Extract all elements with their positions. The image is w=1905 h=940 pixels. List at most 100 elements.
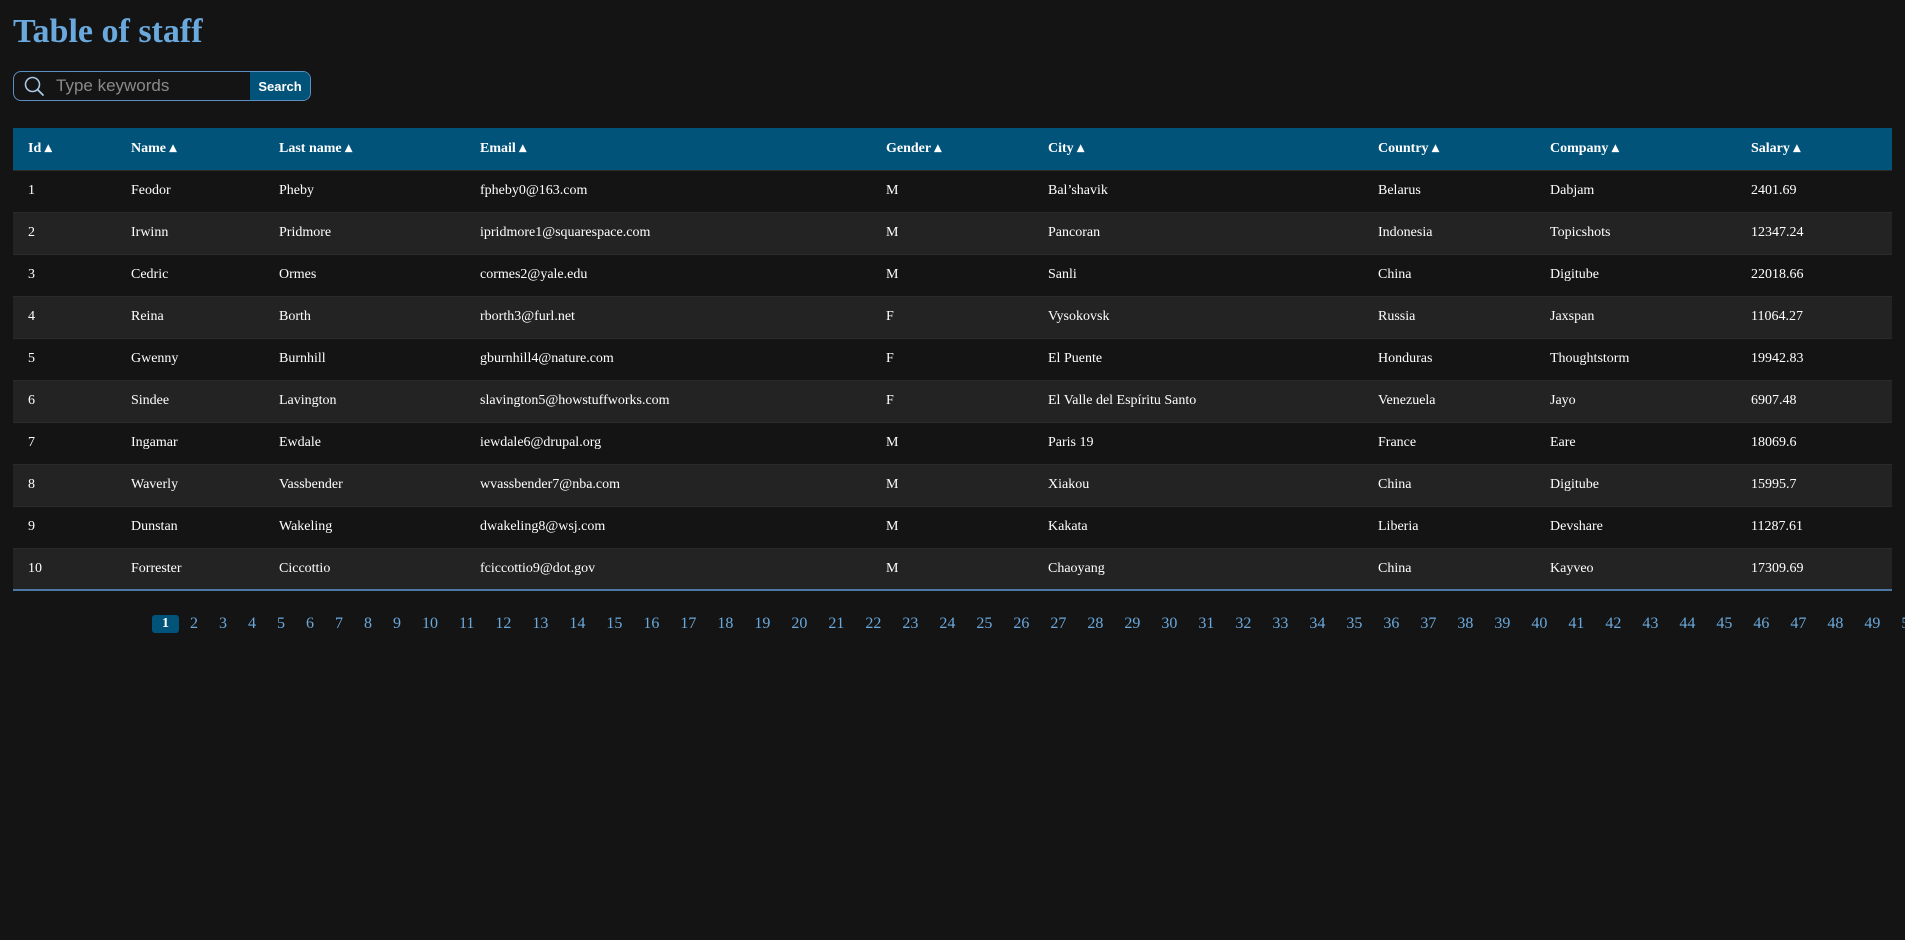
page-link-12[interactable]: 12 [490,615,516,633]
page-link-21[interactable]: 21 [823,615,849,633]
column-header-city[interactable]: City ▴ [1033,128,1363,170]
page-link-22[interactable]: 22 [860,615,886,633]
cell-email: slavington5@howstuffworks.com [465,379,871,422]
page-link-34[interactable]: 34 [1304,615,1330,633]
page-link-27[interactable]: 27 [1045,615,1071,633]
page-link-14[interactable]: 14 [564,615,590,633]
page-link-43[interactable]: 43 [1637,615,1663,633]
page-link-19[interactable]: 19 [749,615,775,633]
page-link-25[interactable]: 25 [971,615,997,633]
page-link-28[interactable]: 28 [1082,615,1108,633]
table-row: 5 Gwenny Burnhill gburnhill4@nature.com F El … [13,337,1892,380]
page-link-41[interactable]: 41 [1563,615,1589,633]
page-link-31[interactable]: 31 [1193,615,1219,633]
page-link-15[interactable]: 15 [601,615,627,633]
cell-gender: M [871,463,1033,506]
page-link-40[interactable]: 40 [1526,615,1552,633]
page-link-47[interactable]: 47 [1785,615,1811,633]
page-link-4[interactable]: 4 [243,615,261,633]
search-form: Search [13,71,311,101]
page-link-2[interactable]: 2 [185,615,203,633]
page-link-24[interactable]: 24 [934,615,960,633]
page-link-6[interactable]: 6 [301,615,319,633]
column-header-company[interactable]: Company ▴ [1535,128,1736,170]
page-link-26[interactable]: 26 [1008,615,1034,633]
cell-last-name: Pheby [264,169,465,212]
page-link-46[interactable]: 46 [1748,615,1774,633]
page-link-35[interactable]: 35 [1341,615,1367,633]
search-button[interactable]: Search [250,72,310,100]
cell-country: China [1363,547,1535,591]
cell-salary: 22018.66 [1736,253,1892,296]
cell-email: dwakeling8@wsj.com [465,505,871,548]
page-link-16[interactable]: 16 [638,615,664,633]
column-header-country[interactable]: Country ▴ [1363,128,1535,170]
cell-id: 4 [13,295,116,338]
cell-name: Forrester [116,547,264,591]
cell-city: El Puente [1033,337,1363,380]
cell-name: Cedric [116,253,264,296]
page-link-29[interactable]: 29 [1119,615,1145,633]
page-link-20[interactable]: 20 [786,615,812,633]
cell-country: Honduras [1363,337,1535,380]
page-link-17[interactable]: 17 [675,615,701,633]
page-link-11[interactable]: 11 [454,615,479,633]
cell-email: fciccottio9@dot.gov [465,547,871,591]
page-link-5[interactable]: 5 [272,615,290,633]
cell-id: 8 [13,463,116,506]
table-row: 2 Irwinn Pridmore ipridmore1@squarespace.co… [13,211,1892,254]
page-link-23[interactable]: 23 [897,615,923,633]
cell-last-name: Borth [264,295,465,338]
column-header-id[interactable]: Id ▴ [13,128,116,170]
page-link-39[interactable]: 39 [1489,615,1515,633]
page-link-32[interactable]: 32 [1230,615,1256,633]
page-link-49[interactable]: 49 [1859,615,1885,633]
cell-last-name: Ewdale [264,421,465,464]
column-header-gender[interactable]: Gender ▴ [871,128,1033,170]
page-link-36[interactable]: 36 [1378,615,1404,633]
cell-gender: F [871,379,1033,422]
cell-id: 2 [13,211,116,254]
page-link-10[interactable]: 10 [417,615,443,633]
table-row: 8 Waverly Vassbender wvassbender7@nba.com M X… [13,463,1892,506]
column-header-last-name[interactable]: Last name ▴ [264,128,465,170]
page-link-30[interactable]: 30 [1156,615,1182,633]
cell-last-name: Pridmore [264,211,465,254]
table-body: 1 Feodor Pheby fpheby0@163.com M Bal’shavik Be… [13,169,1892,591]
page-link-7[interactable]: 7 [330,615,348,633]
page-link-13[interactable]: 13 [527,615,553,633]
cell-company: Digitube [1535,463,1736,506]
column-header-salary[interactable]: Salary ▴ [1736,128,1892,170]
page-link-18[interactable]: 18 [712,615,738,633]
cell-gender: F [871,337,1033,380]
page-link-1[interactable]: 1 [152,615,179,633]
page-link-37[interactable]: 37 [1415,615,1441,633]
page-link-50[interactable]: 50 [1896,615,1905,633]
cell-email: ipridmore1@squarespace.com [465,211,871,254]
table-row: 6 Sindee Lavington slavington5@howstuffwork… [13,379,1892,422]
page-link-42[interactable]: 42 [1600,615,1626,633]
page-link-44[interactable]: 44 [1674,615,1700,633]
column-header-email[interactable]: Email ▴ [465,128,871,170]
staff-table-container: Id ▴ Name ▴ Last name ▴ Email ▴ Gender ▴… [13,128,1892,591]
cell-gender: M [871,211,1033,254]
cell-salary: 11287.61 [1736,505,1892,548]
page-link-8[interactable]: 8 [359,615,377,633]
header-row: Id ▴ Name ▴ Last name ▴ Email ▴ Gender ▴… [13,128,1892,170]
search-input[interactable] [54,72,250,100]
cell-city: Kakata [1033,505,1363,548]
page-link-38[interactable]: 38 [1452,615,1478,633]
page-link-33[interactable]: 33 [1267,615,1293,633]
page-link-48[interactable]: 48 [1822,615,1848,633]
cell-salary: 15995.7 [1736,463,1892,506]
page-link-9[interactable]: 9 [388,615,406,633]
cell-name: Waverly [116,463,264,506]
page-title: Table of staff [13,13,203,50]
page-link-3[interactable]: 3 [214,615,232,633]
cell-id: 3 [13,253,116,296]
cell-id: 5 [13,337,116,380]
cell-company: Jayo [1535,379,1736,422]
column-header-name[interactable]: Name ▴ [116,128,264,170]
cell-id: 9 [13,505,116,548]
page-link-45[interactable]: 45 [1711,615,1737,633]
